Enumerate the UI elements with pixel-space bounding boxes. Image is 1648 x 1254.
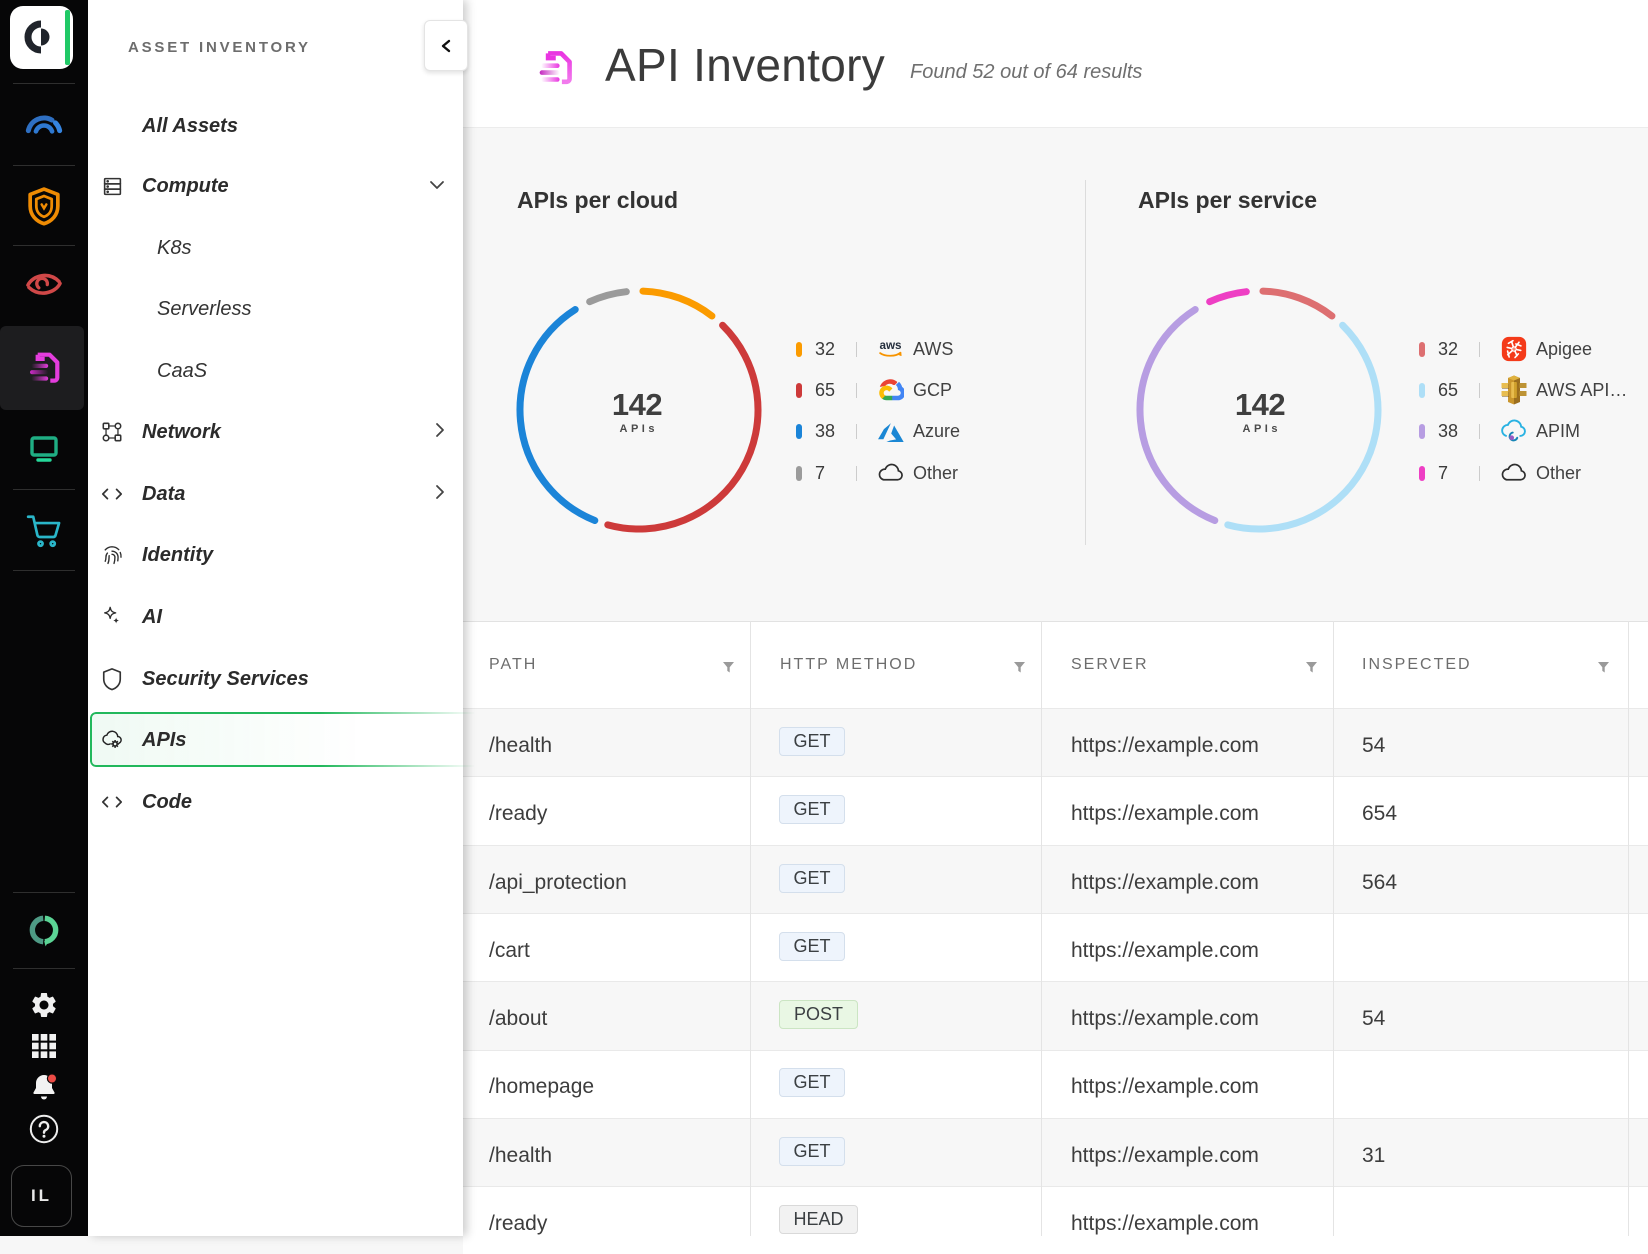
- svg-text:aws: aws: [879, 339, 902, 352]
